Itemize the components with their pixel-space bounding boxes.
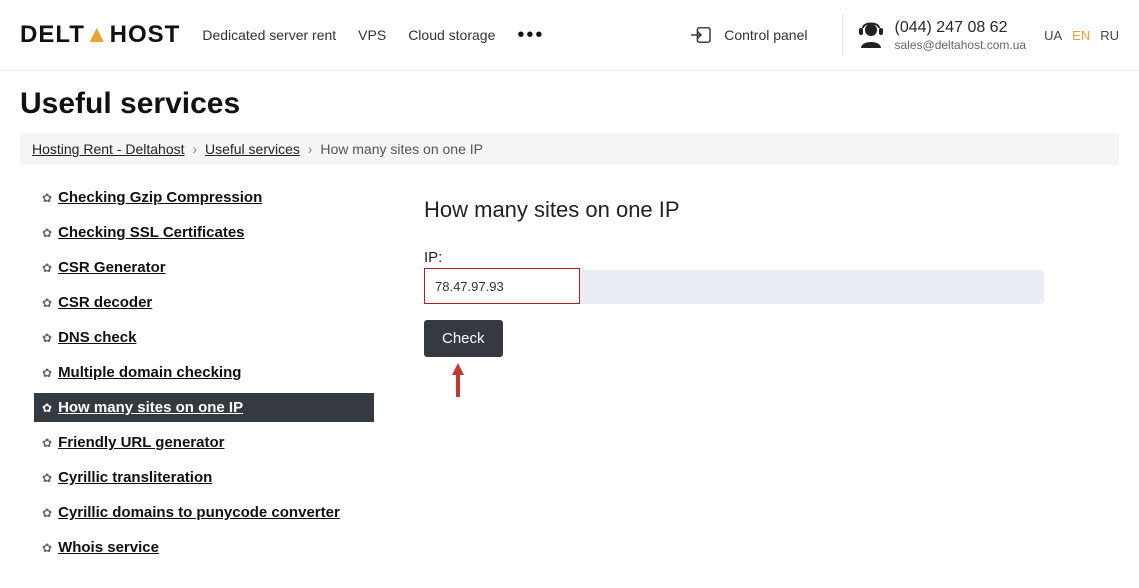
page-title: Useful services	[20, 87, 1119, 121]
gear-icon: ✿	[42, 436, 52, 450]
sidebar-item-label: Checking SSL Certificates	[58, 224, 244, 241]
logo-text-right: HOST	[110, 21, 181, 49]
more-menu-icon[interactable]: •••	[517, 24, 544, 47]
control-panel-label: Control panel	[724, 27, 807, 43]
ip-input-row	[424, 270, 1044, 304]
sidebar-item-gzip[interactable]: ✿ Checking Gzip Compression	[34, 183, 394, 212]
breadcrumb: Hosting Rent - Deltahost › Useful servic…	[20, 133, 1119, 165]
header-divider	[842, 14, 843, 56]
check-button[interactable]: Check	[424, 320, 503, 357]
sidebar-item-label: Whois service	[58, 539, 159, 556]
nav-item-vps[interactable]: VPS	[358, 27, 386, 43]
gear-icon: ✿	[42, 471, 52, 485]
gear-icon: ✿	[42, 261, 52, 275]
contact-block: (044) 247 08 62 sales@deltahost.com.ua	[857, 18, 1027, 53]
email-address[interactable]: sales@deltahost.com.ua	[895, 38, 1027, 53]
logo[interactable]: DELT▲HOST	[20, 21, 180, 49]
ip-input[interactable]	[424, 268, 580, 304]
content-area: ✿ Checking Gzip Compression ✿ Checking S…	[20, 183, 1119, 568]
sidebar-item-csr-gen[interactable]: ✿ CSR Generator	[34, 253, 394, 282]
nav-item-dedicated[interactable]: Dedicated server rent	[202, 27, 336, 43]
sidebar-item-ssl[interactable]: ✿ Checking SSL Certificates	[34, 218, 394, 247]
breadcrumb-home[interactable]: Hosting Rent - Deltahost	[32, 141, 185, 157]
lang-en[interactable]: EN	[1072, 28, 1090, 43]
breadcrumb-section[interactable]: Useful services	[205, 141, 300, 157]
lang-ua[interactable]: UA	[1044, 28, 1062, 43]
sidebar-item-label: CSR decoder	[58, 294, 152, 311]
sidebar-item-label: Friendly URL generator	[58, 434, 224, 451]
gear-icon: ✿	[42, 506, 52, 520]
tool-panel: How many sites on one IP IP: Check	[424, 183, 1044, 402]
sidebar-item-multi-domain[interactable]: ✿ Multiple domain checking	[34, 358, 394, 387]
language-switcher: UA EN RU	[1044, 28, 1119, 43]
sidebar-item-whois[interactable]: ✿ Whois service	[34, 533, 394, 562]
nav-item-cloud[interactable]: Cloud storage	[408, 27, 495, 43]
gear-icon: ✿	[42, 331, 52, 345]
gear-icon: ✿	[42, 401, 52, 415]
login-icon	[690, 26, 712, 44]
sidebar-item-label: Checking Gzip Compression	[58, 189, 262, 206]
arrow-up-icon	[450, 361, 466, 402]
header: DELT▲HOST Dedicated server rent VPS Clou…	[0, 0, 1139, 71]
gear-icon: ✿	[42, 191, 52, 205]
breadcrumb-sep: ›	[308, 141, 313, 157]
ip-label: IP:	[424, 249, 1044, 266]
support-icon	[857, 20, 885, 50]
gear-icon: ✿	[42, 296, 52, 310]
lang-ru[interactable]: RU	[1100, 28, 1119, 43]
sidebar-item-cyrillic-trans[interactable]: ✿ Cyrillic transliteration	[34, 463, 394, 492]
logo-triangle-icon: ▲	[85, 21, 110, 49]
sidebar: ✿ Checking Gzip Compression ✿ Checking S…	[34, 183, 394, 568]
breadcrumb-sep: ›	[192, 141, 197, 157]
sidebar-item-dns[interactable]: ✿ DNS check	[34, 323, 394, 352]
sidebar-item-friendly-url[interactable]: ✿ Friendly URL generator	[34, 428, 394, 457]
breadcrumb-current: How many sites on one IP	[320, 141, 483, 157]
control-panel-link[interactable]: Control panel	[690, 26, 807, 44]
tool-title: How many sites on one IP	[424, 197, 1044, 223]
sidebar-item-label: Multiple domain checking	[58, 364, 241, 381]
page-body: Useful services Hosting Rent - Deltahost…	[0, 71, 1139, 588]
sidebar-item-label: DNS check	[58, 329, 136, 346]
gear-icon: ✿	[42, 366, 52, 380]
sidebar-item-csr-dec[interactable]: ✿ CSR decoder	[34, 288, 394, 317]
gear-icon: ✿	[42, 541, 52, 555]
sidebar-item-label: CSR Generator	[58, 259, 166, 276]
sidebar-item-label: Cyrillic domains to punycode converter	[58, 504, 340, 521]
sidebar-item-punycode[interactable]: ✿ Cyrillic domains to punycode converter	[34, 498, 394, 527]
sidebar-item-label: How many sites on one IP	[58, 399, 243, 416]
main-nav: Dedicated server rent VPS Cloud storage …	[202, 24, 544, 47]
phone-number[interactable]: (044) 247 08 62	[895, 18, 1027, 38]
gear-icon: ✿	[42, 226, 52, 240]
logo-text-left: DELT	[20, 21, 85, 49]
sidebar-item-label: Cyrillic transliteration	[58, 469, 212, 486]
sidebar-item-sites-on-ip[interactable]: ✿ How many sites on one IP	[34, 393, 374, 422]
